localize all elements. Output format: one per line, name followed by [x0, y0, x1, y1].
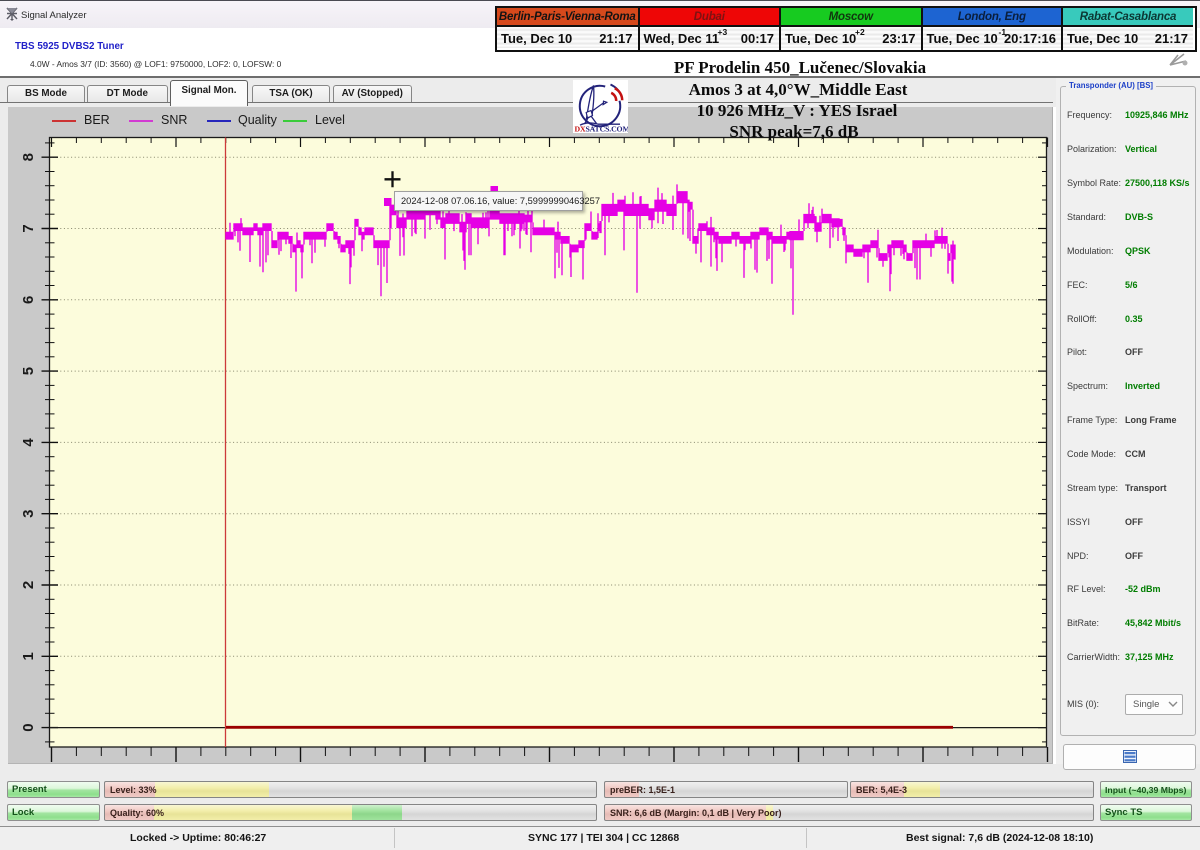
svg-text:1: 1	[20, 652, 37, 660]
svg-text:4: 4	[20, 438, 37, 447]
svg-text:3: 3	[20, 510, 37, 518]
svg-text:8: 8	[20, 153, 37, 161]
svg-text:5: 5	[20, 367, 37, 375]
svg-text:6: 6	[20, 296, 37, 304]
svg-text:2: 2	[20, 581, 37, 589]
svg-text:DXSATCS.COM: DXSATCS.COM	[575, 125, 629, 134]
svg-text:7: 7	[20, 224, 37, 232]
svg-text:0: 0	[20, 723, 37, 731]
